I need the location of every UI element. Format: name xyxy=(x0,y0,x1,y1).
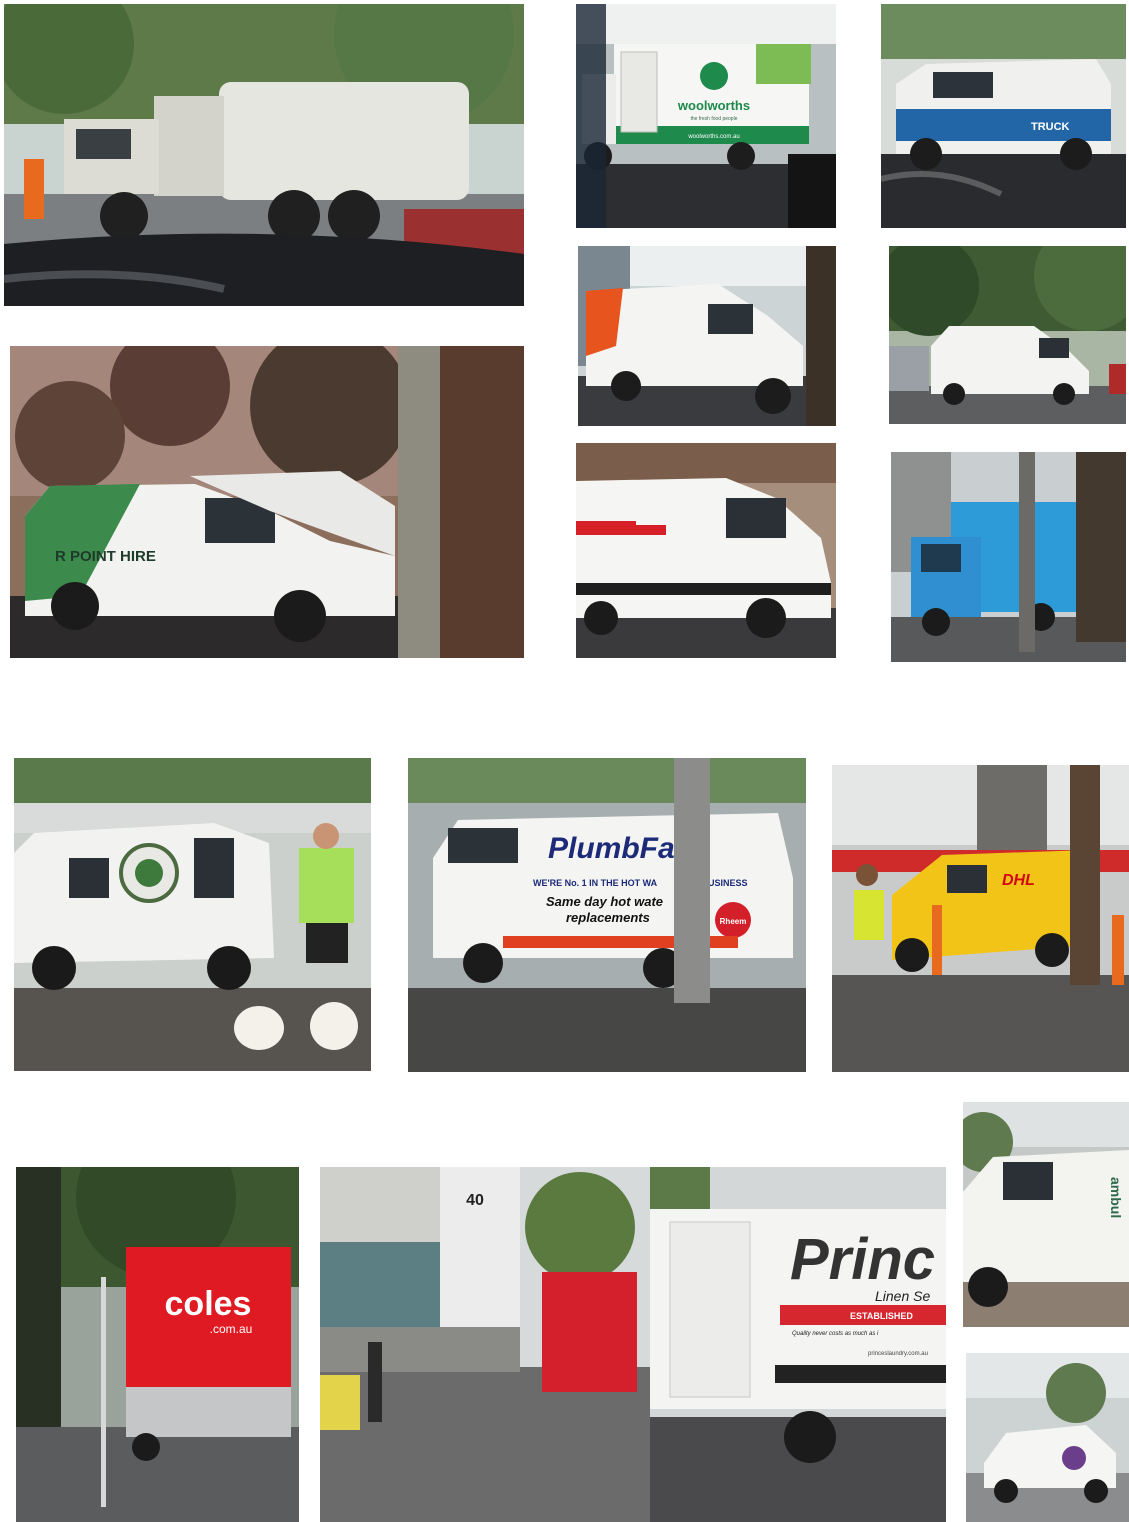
photo-woolworths-truck: woolworths the fresh food people woolwor… xyxy=(576,4,836,228)
photo-blue-truck xyxy=(891,452,1126,662)
photo-garbage-truck xyxy=(4,4,524,306)
photo-small-car xyxy=(966,1353,1129,1522)
rheem-badge-text: Rheem xyxy=(720,917,747,926)
princes-url-text: princeslaundry.com.au xyxy=(868,1351,928,1357)
ambulance-brand-text: ambul xyxy=(1108,1177,1124,1218)
photo-red-stripe-van xyxy=(576,443,836,658)
garbage-truck-body xyxy=(219,82,469,200)
princes-quote-text: Quality never costs as much as i xyxy=(792,1331,879,1337)
photo-dhl-van: DHL xyxy=(832,765,1129,1072)
plumbfast-line1: WE'RE No. 1 IN THE HOT WA xyxy=(533,878,658,888)
photo-power-hire-van: R POINT HIRE xyxy=(10,346,524,658)
woolworths-brand-text: woolworths xyxy=(677,98,750,113)
photo-building-street: 40 xyxy=(320,1167,650,1522)
princes-brand-text: Princ xyxy=(790,1227,935,1292)
photo-dog-van xyxy=(14,758,371,1071)
photo-ambulance-van: ambul xyxy=(963,1102,1129,1327)
photo-small-van xyxy=(889,246,1126,424)
woolworths-tagline: the fresh food people xyxy=(691,116,738,122)
woolworths-logo-icon xyxy=(700,62,728,90)
photo-orange-van xyxy=(578,246,836,426)
plumbfast-line3: Same day hot wate xyxy=(546,894,663,909)
blue-van-brand-text: TRUCK xyxy=(1031,121,1070,133)
photo-coles-truck: coles .com.au xyxy=(16,1167,299,1522)
dhl-brand-text: DHL xyxy=(1002,872,1035,889)
coles-brand-text: coles xyxy=(165,1285,252,1323)
plumbfast-line2: USINESS xyxy=(708,878,748,888)
photo-princes-truck: Princ Linen Se ESTABLISHED Quality never… xyxy=(650,1167,946,1522)
photo-plumbfast-van: PlumbFast WE'RE No. 1 IN THE HOT WA USIN… xyxy=(408,758,806,1072)
photo-collage: { "photos": { "garbage_truck": {}, "wool… xyxy=(0,0,1129,1522)
woolworths-url: woolworths.com.au xyxy=(687,134,739,140)
power-hire-brand-text: R POINT HIRE xyxy=(55,548,156,565)
building-number-text: 40 xyxy=(466,1192,484,1209)
plumbfast-line4: replacements xyxy=(566,910,650,925)
princes-band-text: ESTABLISHED xyxy=(850,1311,913,1321)
princes-sub-text: Linen Se xyxy=(875,1288,930,1304)
photo-blue-van: TRUCK xyxy=(881,4,1126,228)
coles-sub-text: .com.au xyxy=(210,1322,253,1336)
